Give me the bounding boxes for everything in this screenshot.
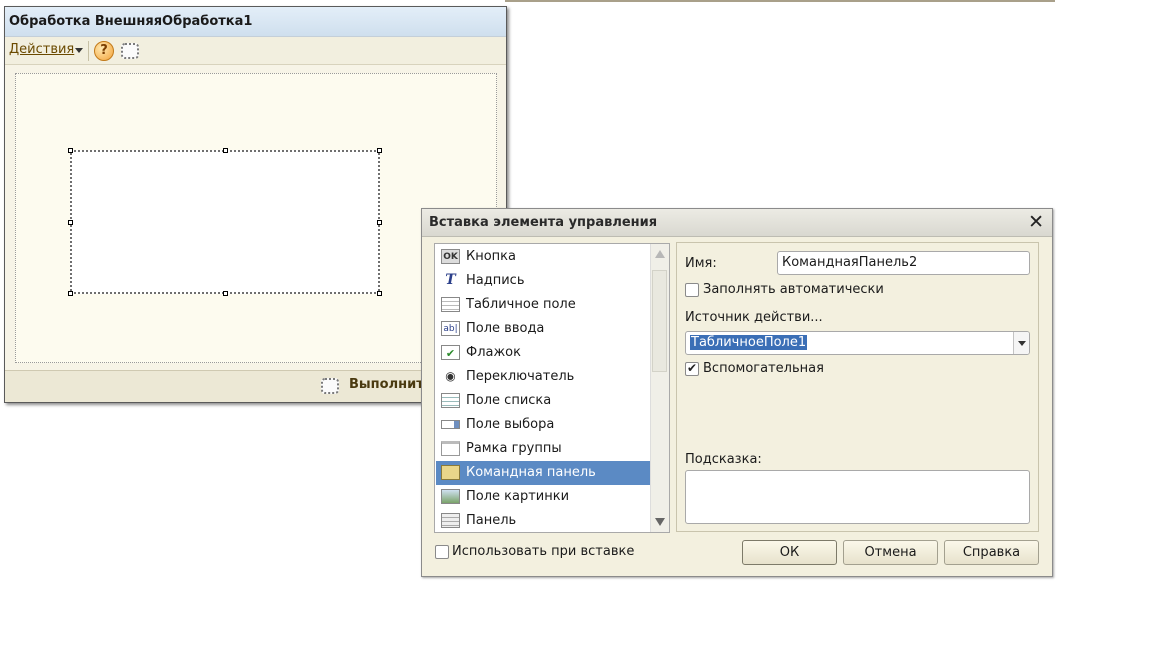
list-item-label: Рамка группы <box>466 441 562 456</box>
resize-handle[interactable] <box>223 148 228 153</box>
list-item-label: Поле списка <box>466 393 552 408</box>
list-item[interactable]: Командная панель <box>436 461 651 485</box>
list-field-icon <box>441 393 460 408</box>
list-item-label: Переключатель <box>466 369 575 384</box>
scroll-up-icon[interactable] <box>655 250 665 258</box>
list-item[interactable]: OK Кнопка <box>436 245 651 269</box>
scroll-down-icon[interactable] <box>655 518 665 526</box>
selected-placeholder-element[interactable] <box>68 148 382 296</box>
use-on-insert-checkbox[interactable] <box>435 545 449 559</box>
cancel-button[interactable]: Отмена <box>843 540 938 565</box>
run-button[interactable]: Выполнить <box>349 377 432 392</box>
help-icon[interactable]: ? <box>94 41 114 61</box>
dotted-frame-icon <box>321 378 339 394</box>
panel-icon <box>441 513 460 528</box>
name-input[interactable]: КоманднаяПанель2 <box>777 251 1030 275</box>
list-item-label: Флажок <box>466 345 521 360</box>
ok-button[interactable]: ОК <box>742 540 837 565</box>
picture-field-icon <box>441 489 460 504</box>
list-item[interactable]: T Надпись <box>436 269 651 293</box>
list-item[interactable]: Панель <box>436 509 651 532</box>
resize-handle[interactable] <box>223 291 228 296</box>
resize-handle[interactable] <box>68 291 73 296</box>
properties-panel: Имя: КоманднаяПанель2 Заполнять автомати… <box>676 242 1039 532</box>
resize-handle[interactable] <box>377 148 382 153</box>
insert-control-dialog: Вставка элемента управления ✕ OK Кнопка T Н… <box>421 208 1053 577</box>
scroll-thumb[interactable] <box>652 270 667 372</box>
list-item-label: Поле ввода <box>466 321 545 336</box>
list-item[interactable]: Поле списка <box>436 389 651 413</box>
dropdown-arrow-icon[interactable] <box>1013 332 1029 354</box>
resize-handle[interactable] <box>377 291 382 296</box>
use-on-insert-label[interactable]: Использовать при вставке <box>452 544 634 559</box>
list-item[interactable]: Табличное поле <box>436 293 651 317</box>
resize-handle[interactable] <box>377 220 382 225</box>
list-item[interactable]: ◉ Переключатель <box>436 365 651 389</box>
list-scrollbar[interactable] <box>650 244 669 532</box>
action-source-value: ТабличноеПоле1 <box>690 335 808 350</box>
list-item-label: Табличное поле <box>466 297 576 312</box>
list-item[interactable]: ab| Поле ввода <box>436 317 651 341</box>
input-field-icon: ab| <box>441 321 460 336</box>
action-source-label: Источник действи... <box>685 310 823 325</box>
list-item-label: Поле выбора <box>466 417 555 432</box>
hint-label: Подсказка: <box>685 452 762 467</box>
form-window-title: Обработка ВнешняяОбработка1 <box>5 7 506 37</box>
list-item-label: Надпись <box>466 273 525 288</box>
list-item-label: Кнопка <box>466 249 517 264</box>
action-source-select[interactable]: ТабличноеПоле1 <box>685 331 1030 355</box>
ok-button-icon: OK <box>441 249 460 264</box>
command-panel-icon <box>441 465 460 480</box>
list-item[interactable]: Поле выбора <box>436 413 651 437</box>
table-field-icon <box>441 297 460 312</box>
close-icon[interactable]: ✕ <box>1028 211 1044 233</box>
resize-handle[interactable] <box>68 148 73 153</box>
control-type-list[interactable]: OK Кнопка T Надпись Табличное поле ab| Поле вв… <box>434 243 670 533</box>
dialog-title: Вставка элемента управления ✕ <box>422 209 1052 237</box>
label-t-icon: T <box>445 272 456 288</box>
autofill-label[interactable]: Заполнять автоматически <box>703 282 884 297</box>
checkbox-icon: ✔ <box>441 345 460 360</box>
name-label: Имя: <box>685 256 717 271</box>
list-item[interactable]: Рамка группы <box>436 437 651 461</box>
list-item-label: Командная панель <box>466 465 596 480</box>
toolbar-separator <box>88 41 89 61</box>
actions-menu[interactable]: Действия <box>9 42 74 57</box>
radio-icon: ◉ <box>445 369 456 383</box>
list-item-label: Поле картинки <box>466 489 570 504</box>
list-item[interactable]: ✔ Флажок <box>436 341 651 365</box>
autofill-checkbox[interactable] <box>685 283 699 297</box>
auxiliary-label[interactable]: Вспомогательная <box>703 361 824 376</box>
auxiliary-checkbox[interactable] <box>685 361 699 376</box>
background-divider-line <box>505 0 1055 2</box>
hint-textarea[interactable] <box>685 470 1030 524</box>
select-field-icon <box>441 420 460 429</box>
chevron-down-icon[interactable] <box>75 48 83 53</box>
list-item-label: Панель <box>466 513 517 528</box>
list-item[interactable]: Поле картинки <box>436 485 651 509</box>
help-button[interactable]: Справка <box>944 540 1039 565</box>
form-toolbar: Действия ? <box>5 37 506 65</box>
group-frame-icon <box>441 441 460 456</box>
resize-handle[interactable] <box>68 220 73 225</box>
dialog-title-text: Вставка элемента управления <box>429 215 658 230</box>
dotted-frame-icon[interactable] <box>121 43 139 59</box>
